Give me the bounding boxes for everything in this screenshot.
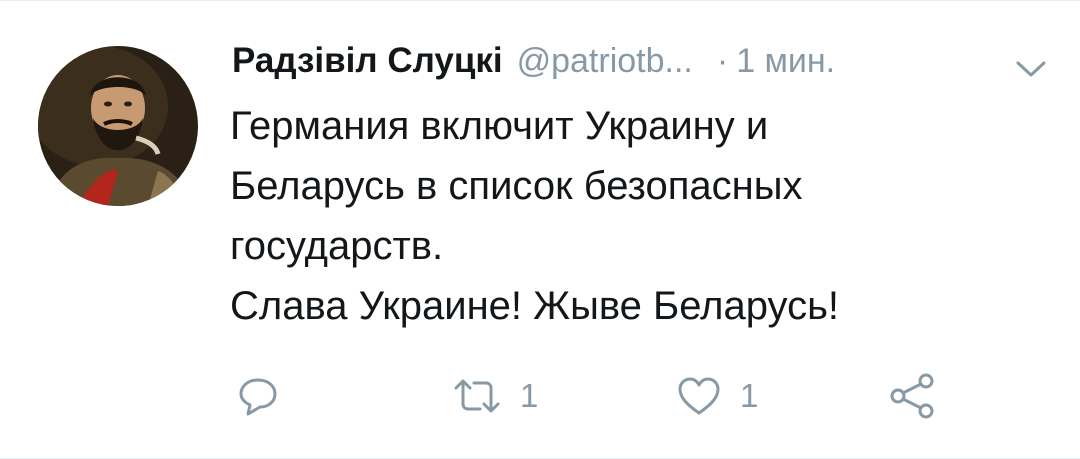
like-button[interactable]: 1 [676,366,758,426]
heart-icon [676,374,722,418]
share-button[interactable] [888,366,936,426]
tweet-actions: 1 1 [0,366,1080,426]
tweet-text-line: Беларусь в список безопасных [230,164,803,208]
share-icon [888,372,936,420]
tweet-header: Радзівіл Слуцкі @patriotb... · 1 мин. [232,41,1052,91]
tweet-text-line: государств. [230,224,444,268]
tweet-timestamp[interactable]: 1 мин. [736,42,835,81]
chevron-down-icon[interactable] [1015,59,1047,79]
avatar[interactable] [38,46,198,206]
retweet-icon [452,374,502,418]
tweet-text: Германия включит Украину и Беларусь в сп… [230,96,1030,336]
tweet-text-line: Германия включит Украину и [230,104,769,148]
author-name[interactable]: Радзівіл Слуцкі [232,41,503,81]
tweet-card[interactable]: Радзівіл Слуцкі @patriotb... · 1 мин. Ге… [0,0,1080,459]
like-count: 1 [740,377,759,414]
reply-icon [236,374,280,418]
author-handle[interactable]: @patriotb... [517,42,693,81]
tweet-text-line: Слава Украине! Жыве Беларусь! [230,284,840,328]
retweet-button[interactable]: 1 [452,366,538,426]
retweet-count: 1 [520,377,539,414]
reply-button[interactable] [236,366,280,426]
separator-dot: · [716,42,729,80]
